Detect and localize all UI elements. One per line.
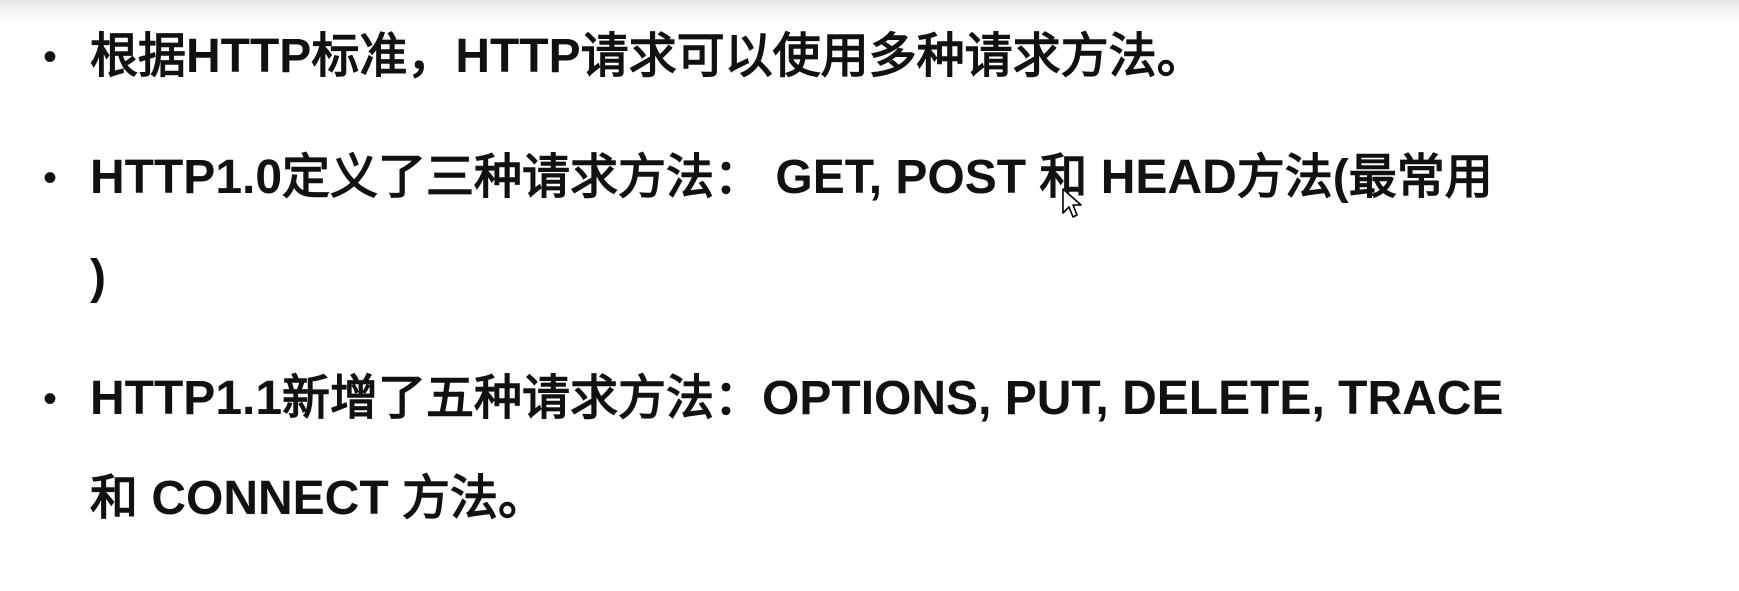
bullet-dot: • <box>42 377 57 421</box>
slide-content: • 根据HTTP标准，HTTP请求可以使用多种请求方法。 • HTTP1.0定义… <box>0 0 1739 591</box>
bullet-dot: • <box>42 35 57 79</box>
bullet-text-line: HTTP1.0定义了三种请求方法： GET, POST 和 HEAD方法(最常用 <box>90 151 1493 204</box>
bullet-text-line: HTTP1.1新增了五种请求方法：OPTIONS, PUT, DELETE, T… <box>90 372 1504 425</box>
bullet-text-line: 根据HTTP标准，HTTP请求可以使用多种请求方法。 <box>90 30 1205 83</box>
bullet-text-line: 和 CONNECT 方法。 <box>90 472 547 525</box>
mouse-pointer-icon <box>1062 188 1082 218</box>
bullet-text-line: ) <box>90 251 106 304</box>
bullet-item-http-methods-intro: • 根据HTTP标准，HTTP请求可以使用多种请求方法。 <box>43 7 1690 107</box>
bullet-item-http10-methods: • HTTP1.0定义了三种请求方法： GET, POST 和 HEAD方法(最… <box>43 128 1690 328</box>
bullet-item-http11-methods: • HTTP1.1新增了五种请求方法：OPTIONS, PUT, DELETE,… <box>43 349 1690 549</box>
bullet-dot: • <box>42 156 57 200</box>
